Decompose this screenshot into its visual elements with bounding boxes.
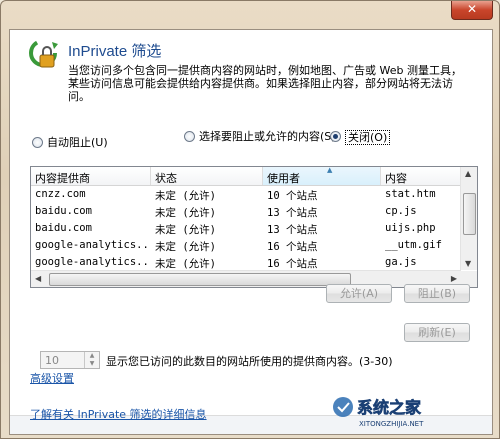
cell-content: stat.htm [385,188,436,200]
cell-used-by: 13 个站点 [267,207,318,219]
cell-provider: cnzz.com [35,188,86,200]
cell-content: uijs.php [385,222,436,234]
list-body: cnzz.com 未定 (允许) 10 个站点 stat.htm baidu.c… [31,186,461,271]
column-header-status[interactable]: 状态 [151,167,263,185]
content-provider-list[interactable]: 内容提供商 状态 ▲ 使用者 内容 cnzz.com 未定 (允许) 10 个站… [30,166,478,288]
table-row[interactable]: baidu.com 未定 (允许) 13 个站点 cp.js [31,203,461,220]
scroll-right-icon[interactable]: ▶ [451,274,457,283]
choose-content-option[interactable]: 选择要阻止或允许的内容(S) [184,130,344,143]
auto-block-label: 自动阻止(U) [47,136,108,149]
dialog-client-area: InPrivate 筛选 当您访问多个包含同一提供商内容的网站时，例如地图、广告… [9,29,493,435]
sort-ascending-icon: ▲ [327,167,333,174]
list-header: 内容提供商 状态 ▲ 使用者 内容 [31,167,461,186]
cell-content: __utm.gif [385,239,442,251]
choose-content-label: 选择要阻止或允许的内容(S) [199,130,336,143]
site-watermark-logo: 系统之家 XITONGZHIJIA.NET [333,397,424,428]
horizontal-scrollbar[interactable]: ◀ ▶ [31,270,461,287]
dialog-title: InPrivate 筛选 [68,43,162,60]
cell-content: cp.js [385,205,417,217]
off-option[interactable]: 关闭(O) [330,130,391,145]
cell-provider: baidu.com [35,222,92,234]
close-button[interactable]: ✕ [451,1,493,20]
cell-status: 未定 (允许) [155,207,216,219]
learn-more-link[interactable]: 了解有关 InPrivate 筛选的详细信息 [30,406,207,422]
off-label: 关闭(O) [345,130,391,145]
vertical-scroll-thumb[interactable] [463,193,476,235]
cell-status: 未定 (允许) [155,258,216,270]
threshold-value: 10 [45,354,59,367]
off-radio[interactable] [330,131,341,142]
table-row[interactable]: google-analytics... 未定 (允许) 16 个站点 ga.js [31,254,461,271]
horizontal-scroll-thumb[interactable] [49,273,351,286]
filter-mode-options: 自动阻止(U) 选择要阻止或允许的内容(S) 关闭(O) [32,130,482,160]
cell-provider: baidu.com [35,205,92,217]
table-row[interactable]: cnzz.com 未定 (允许) 10 个站点 stat.htm [31,186,461,203]
cell-provider: google-analytics... [35,239,151,251]
advanced-settings-link[interactable]: 高级设置 [30,370,74,386]
refresh-button[interactable]: 刷新(E) [404,323,470,342]
scroll-down-icon[interactable]: ▼ [465,259,471,268]
auto-block-radio[interactable] [32,137,43,148]
cell-used-by: 16 个站点 [267,258,318,270]
column-header-used-by-label: 使用者 [267,172,300,185]
dialog-description: 当您访问多个包含同一提供商内容的网站时，例如地图、广告或 Web 测量工具，某些… [68,64,462,103]
column-header-content[interactable]: 内容 [381,167,461,185]
threshold-spinner[interactable]: 10 ▲ ▼ [40,351,100,369]
cell-provider: google-analytics... [35,256,151,268]
watermark-text: 系统之家 [357,398,422,417]
allow-button[interactable]: 允许(A) [326,284,392,303]
table-row[interactable]: baidu.com 未定 (允许) 13 个站点 uijs.php [31,220,461,237]
cell-status: 未定 (允许) [155,224,216,236]
auto-block-option[interactable]: 自动阻止(U) [32,136,108,149]
threshold-label: 显示您已访问的此数目的网站所使用的提供商内容。(3-30) [106,355,393,368]
block-button[interactable]: 阻止(B) [404,284,470,303]
scroll-up-icon[interactable]: ▲ [465,169,471,178]
cell-used-by: 10 个站点 [267,190,318,202]
cell-status: 未定 (允许) [155,241,216,253]
table-row[interactable]: google-analytics... 未定 (允许) 16 个站点 __utm… [31,237,461,254]
cell-status: 未定 (允许) [155,190,216,202]
choose-content-radio[interactable] [184,131,195,142]
inprivate-filter-icon [29,39,58,68]
spinner-arrows[interactable]: ▲ ▼ [84,352,99,368]
column-header-used-by[interactable]: ▲ 使用者 [263,167,381,185]
column-header-provider[interactable]: 内容提供商 [31,167,151,185]
watermark-url: XITONGZHIJIA.NET [359,420,424,428]
cell-used-by: 13 个站点 [267,224,318,236]
cell-content: ga.js [385,256,417,268]
scroll-left-icon[interactable]: ◀ [35,274,41,283]
vertical-scrollbar[interactable]: ▲ ▼ [460,167,477,270]
cell-used-by: 16 个站点 [267,241,318,253]
dialog-frame: ✕ InPrivate 筛选 当您访问多个包含同一提供商内容的网站时，例如地图、… [0,0,500,439]
